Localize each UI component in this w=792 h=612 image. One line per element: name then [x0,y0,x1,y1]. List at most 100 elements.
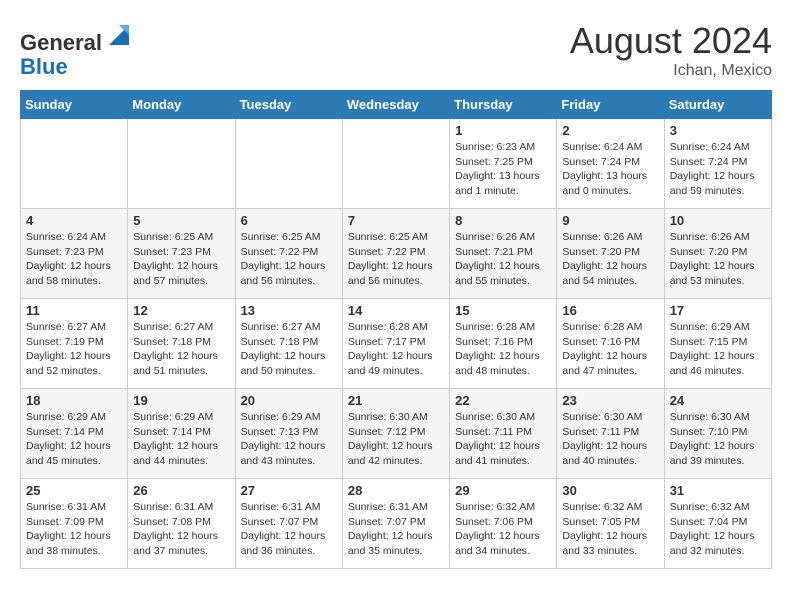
subtitle: Ichan, Mexico [570,62,772,80]
day-of-week-header: Friday [557,91,664,119]
calendar-cell: 16 Sunrise: 6:28 AM Sunset: 7:16 PM Dayli… [557,299,664,389]
calendar-week-row: 11 Sunrise: 6:27 AM Sunset: 7:19 PM Dayli… [21,299,772,389]
day-number: 26 [133,483,229,498]
main-title: August 2024 [570,20,772,62]
day-info: Sunrise: 6:25 AM Sunset: 7:23 PM Dayligh… [133,230,229,289]
day-info: Sunrise: 6:28 AM Sunset: 7:17 PM Dayligh… [348,320,444,379]
calendar-cell: 22 Sunrise: 6:30 AM Sunset: 7:11 PM Dayli… [450,389,557,479]
day-info: Sunrise: 6:24 AM Sunset: 7:23 PM Dayligh… [26,230,122,289]
day-info: Sunrise: 6:30 AM Sunset: 7:11 PM Dayligh… [562,410,658,469]
day-number: 7 [348,213,444,228]
day-info: Sunrise: 6:24 AM Sunset: 7:24 PM Dayligh… [562,140,658,199]
day-info: Sunrise: 6:28 AM Sunset: 7:16 PM Dayligh… [562,320,658,379]
calendar-cell: 15 Sunrise: 6:28 AM Sunset: 7:16 PM Dayli… [450,299,557,389]
calendar-cell: 31Sunrise: 6:32 AM Sunset: 7:04 PM Dayli… [664,479,771,569]
calendar-cell: 11 Sunrise: 6:27 AM Sunset: 7:19 PM Dayli… [21,299,128,389]
calendar-cell: 3Sunrise: 6:24 AM Sunset: 7:24 PM Daylig… [664,119,771,209]
day-info: Sunrise: 6:29 AM Sunset: 7:14 PM Dayligh… [133,410,229,469]
day-number: 24 [670,393,766,408]
logo: General Blue [20,20,134,79]
title-block: August 2024 Ichan, Mexico [570,20,772,80]
day-number: 6 [241,213,337,228]
day-number: 21 [348,393,444,408]
day-info: Sunrise: 6:24 AM Sunset: 7:24 PM Dayligh… [670,140,766,199]
calendar-cell: 5Sunrise: 6:25 AM Sunset: 7:23 PM Daylig… [128,209,235,299]
day-number: 1 [455,123,551,138]
calendar-cell: 9Sunrise: 6:26 AM Sunset: 7:20 PM Daylig… [557,209,664,299]
day-info: Sunrise: 6:26 AM Sunset: 7:21 PM Dayligh… [455,230,551,289]
day-number: 14 [348,303,444,318]
day-of-week-header: Thursday [450,91,557,119]
day-info: Sunrise: 6:25 AM Sunset: 7:22 PM Dayligh… [241,230,337,289]
logo-icon [104,20,134,50]
day-number: 27 [241,483,337,498]
calendar-cell: 8 Sunrise: 6:26 AM Sunset: 7:21 PM Daylig… [450,209,557,299]
calendar-week-row: 4 Sunrise: 6:24 AM Sunset: 7:23 PM Daylig… [21,209,772,299]
day-number: 8 [455,213,551,228]
day-of-week-header: Sunday [21,91,128,119]
calendar-cell: 19 Sunrise: 6:29 AM Sunset: 7:14 PM Dayli… [128,389,235,479]
calendar-cell: 17 Sunrise: 6:29 AM Sunset: 7:15 PM Dayli… [664,299,771,389]
calendar-cell: 2Sunrise: 6:24 AM Sunset: 7:24 PM Daylig… [557,119,664,209]
calendar-cell: 30Sunrise: 6:32 AM Sunset: 7:05 PM Dayli… [557,479,664,569]
calendar-cell: 28Sunrise: 6:31 AM Sunset: 7:07 PM Dayli… [342,479,449,569]
day-info: Sunrise: 6:30 AM Sunset: 7:11 PM Dayligh… [455,410,551,469]
calendar-cell [235,119,342,209]
day-info: Sunrise: 6:32 AM Sunset: 7:06 PM Dayligh… [455,500,551,559]
day-info: Sunrise: 6:25 AM Sunset: 7:22 PM Dayligh… [348,230,444,289]
day-number: 13 [241,303,337,318]
header: General Blue August 2024 Ichan, Mexico [20,20,772,80]
day-info: Sunrise: 6:27 AM Sunset: 7:18 PM Dayligh… [241,320,337,379]
calendar-header-row: SundayMondayTuesdayWednesdayThursdayFrid… [21,91,772,119]
day-number: 17 [670,303,766,318]
day-number: 9 [562,213,658,228]
calendar-cell: 6 Sunrise: 6:25 AM Sunset: 7:22 PM Daylig… [235,209,342,299]
day-info: Sunrise: 6:30 AM Sunset: 7:10 PM Dayligh… [670,410,766,469]
calendar-cell: 18 Sunrise: 6:29 AM Sunset: 7:14 PM Dayli… [21,389,128,479]
day-number: 12 [133,303,229,318]
day-number: 10 [670,213,766,228]
day-number: 20 [241,393,337,408]
calendar: SundayMondayTuesdayWednesdayThursdayFrid… [20,90,772,569]
day-number: 16 [562,303,658,318]
day-info: Sunrise: 6:29 AM Sunset: 7:14 PM Dayligh… [26,410,122,469]
calendar-cell: 4 Sunrise: 6:24 AM Sunset: 7:23 PM Daylig… [21,209,128,299]
day-info: Sunrise: 6:27 AM Sunset: 7:18 PM Dayligh… [133,320,229,379]
calendar-cell: 10 Sunrise: 6:26 AM Sunset: 7:20 PM Dayli… [664,209,771,299]
day-info: Sunrise: 6:26 AM Sunset: 7:20 PM Dayligh… [670,230,766,289]
day-info: Sunrise: 6:27 AM Sunset: 7:19 PM Dayligh… [26,320,122,379]
calendar-cell: 21Sunrise: 6:30 AM Sunset: 7:12 PM Dayli… [342,389,449,479]
calendar-cell [342,119,449,209]
day-number: 28 [348,483,444,498]
calendar-cell: 27 Sunrise: 6:31 AM Sunset: 7:07 PM Dayli… [235,479,342,569]
day-info: Sunrise: 6:31 AM Sunset: 7:08 PM Dayligh… [133,500,229,559]
day-info: Sunrise: 6:29 AM Sunset: 7:15 PM Dayligh… [670,320,766,379]
day-number: 19 [133,393,229,408]
day-info: Sunrise: 6:28 AM Sunset: 7:16 PM Dayligh… [455,320,551,379]
day-number: 23 [562,393,658,408]
day-number: 22 [455,393,551,408]
calendar-cell [21,119,128,209]
day-number: 30 [562,483,658,498]
day-info: Sunrise: 6:29 AM Sunset: 7:13 PM Dayligh… [241,410,337,469]
day-number: 4 [26,213,122,228]
day-number: 11 [26,303,122,318]
calendar-cell: 29 Sunrise: 6:32 AM Sunset: 7:06 PM Dayli… [450,479,557,569]
day-info: Sunrise: 6:31 AM Sunset: 7:07 PM Dayligh… [241,500,337,559]
day-number: 15 [455,303,551,318]
calendar-week-row: 1Sunrise: 6:23 AM Sunset: 7:25 PM Daylig… [21,119,772,209]
day-number: 18 [26,393,122,408]
calendar-cell: 24 Sunrise: 6:30 AM Sunset: 7:10 PM Dayli… [664,389,771,479]
day-of-week-header: Wednesday [342,91,449,119]
day-of-week-header: Monday [128,91,235,119]
calendar-week-row: 18 Sunrise: 6:29 AM Sunset: 7:14 PM Dayli… [21,389,772,479]
calendar-cell: 7 Sunrise: 6:25 AM Sunset: 7:22 PM Daylig… [342,209,449,299]
calendar-cell: 14 Sunrise: 6:28 AM Sunset: 7:17 PM Dayli… [342,299,449,389]
logo-general-text: General [20,30,102,55]
calendar-cell: 25Sunrise: 6:31 AM Sunset: 7:09 PM Dayli… [21,479,128,569]
day-number: 29 [455,483,551,498]
calendar-cell: 26 Sunrise: 6:31 AM Sunset: 7:08 PM Dayli… [128,479,235,569]
calendar-cell: 20 Sunrise: 6:29 AM Sunset: 7:13 PM Dayli… [235,389,342,479]
calendar-week-row: 25Sunrise: 6:31 AM Sunset: 7:09 PM Dayli… [21,479,772,569]
day-of-week-header: Saturday [664,91,771,119]
